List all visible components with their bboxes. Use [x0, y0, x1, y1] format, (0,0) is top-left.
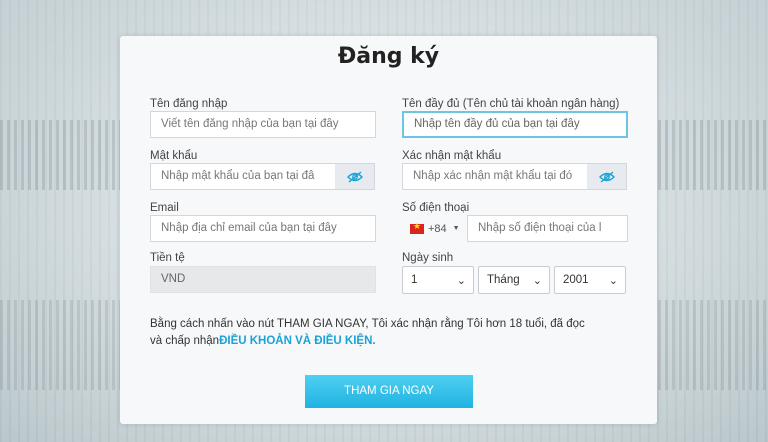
chevron-down-icon: ⌄: [608, 275, 618, 287]
join-now-button[interactable]: THAM GIA NGAY: [305, 375, 473, 408]
eye-slash-icon: [346, 170, 363, 183]
page-title: Đăng ký: [337, 44, 440, 69]
terms-link[interactable]: ĐIỀU KHOẢN VÀ ĐIỀU KIỆN.: [219, 335, 376, 347]
password-visibility-toggle[interactable]: [335, 163, 375, 190]
birthday-month-select[interactable]: Tháng ⌄: [478, 266, 550, 294]
fullname-input[interactable]: Nhập tên đầy đủ của bạn tại đây: [402, 111, 628, 138]
month-value: Tháng: [487, 274, 520, 286]
currency-label: Tiền tệ: [150, 252, 185, 264]
vietnam-flag-icon: [410, 221, 424, 234]
terms-text: Bằng cách nhấn vào nút THAM GIA NGAY, Tô…: [150, 316, 590, 350]
phone-input[interactable]: Nhập số điện thoại của l: [467, 215, 628, 242]
country-code: +84: [428, 222, 447, 235]
country-code-selector[interactable]: +84 ▼: [402, 215, 464, 242]
chevron-down-icon: ⌄: [532, 275, 542, 287]
password-label: Mật khẩu: [150, 150, 198, 162]
confirm-password-input[interactable]: Nhập xác nhận mật khẩu tại đó: [402, 163, 588, 190]
chevron-down-icon: ⌄: [456, 275, 466, 287]
confirm-password-label: Xác nhận mật khẩu: [402, 150, 502, 162]
email-label: Email: [150, 202, 179, 214]
year-value: 2001: [563, 274, 589, 286]
register-form: Đăng ký Tên đăng nhập Viết tên đăng nhập…: [120, 36, 657, 424]
birthday-label: Ngày sinh: [402, 252, 454, 264]
confirm-password-visibility-toggle[interactable]: [587, 163, 627, 190]
username-label: Tên đăng nhập: [150, 98, 228, 110]
email-input[interactable]: Nhập địa chỉ email của bạn tại đây: [150, 215, 376, 242]
password-input[interactable]: Nhập mật khẩu của bạn tại đâ: [150, 163, 336, 190]
birthday-year-select[interactable]: 2001 ⌄: [554, 266, 626, 294]
username-input[interactable]: Viết tên đăng nhập của bạn tại đây: [150, 111, 376, 138]
caret-down-icon: ▼: [452, 225, 460, 232]
day-value: 1: [411, 274, 418, 286]
eye-slash-icon: [598, 170, 615, 183]
phone-label: Số điện thoại: [402, 202, 470, 214]
fullname-label: Tên đầy đủ (Tên chủ tài khoản ngân hàng): [402, 98, 620, 110]
currency-field: VND: [150, 266, 376, 293]
birthday-day-select[interactable]: 1 ⌄: [402, 266, 474, 294]
